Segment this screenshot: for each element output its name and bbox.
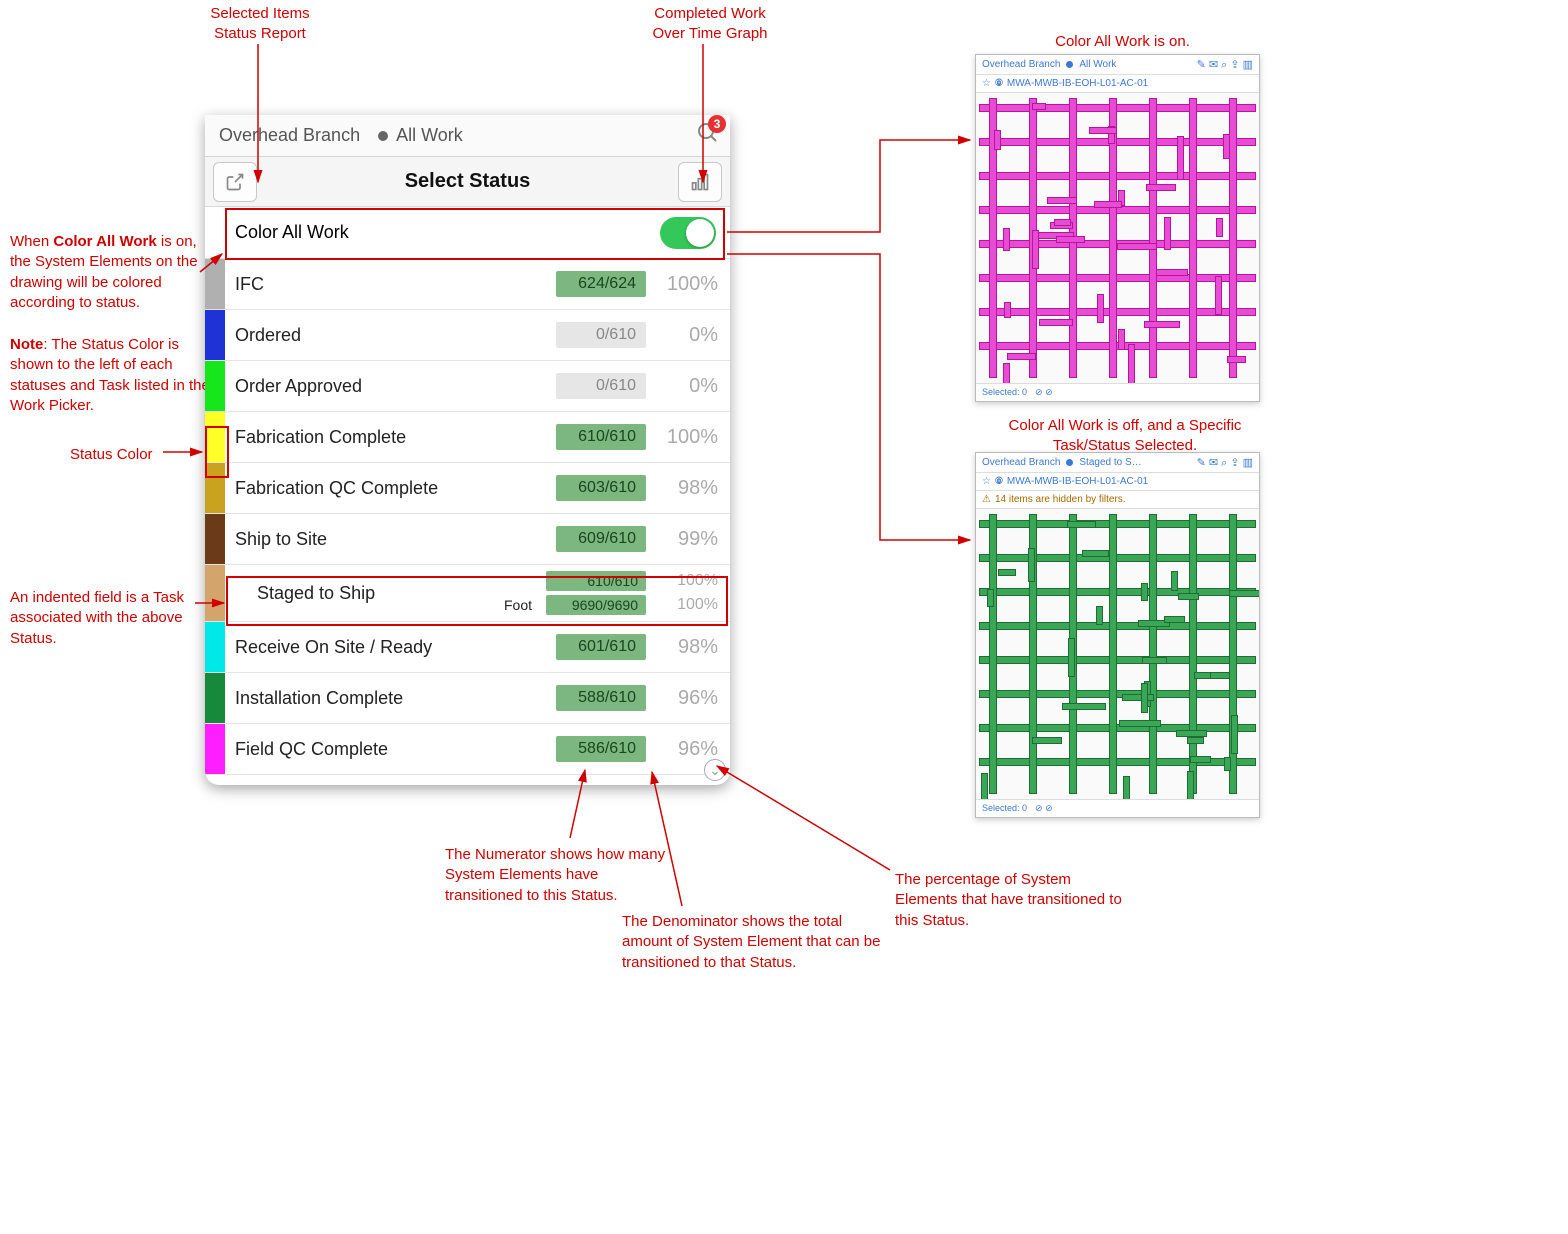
status-swatch xyxy=(205,259,225,309)
thumb-canvas xyxy=(976,93,1259,383)
fraction-badge: 9690/9690 xyxy=(546,595,646,615)
status-swatch xyxy=(205,724,225,774)
annotation-status-color: Status Color xyxy=(70,445,153,465)
status-label: Ship to Site xyxy=(235,529,327,550)
thumb-toolbar-icons: ✎ ✉ ⌕ ⇪ ▥ xyxy=(1197,456,1253,470)
annotation-thumb-off: Color All Work is off, and a Specific Ta… xyxy=(990,416,1260,457)
percent-label: 100% xyxy=(660,572,718,590)
fraction-badge: 609/610 xyxy=(556,526,646,552)
thumb-breadcrumb: Overhead BranchStaged to S… ✎ ✉ ⌕ ⇪ ▥ xyxy=(976,453,1259,473)
status-list: IFC624/624100%Ordered0/6100%Order Approv… xyxy=(205,259,730,775)
fraction-badge: 588/610 xyxy=(556,685,646,711)
external-icon xyxy=(225,172,245,192)
annotation-color-all-explain: When Color All Work is on, the System El… xyxy=(10,232,215,313)
panel-title: Select Status xyxy=(257,170,678,193)
status-label: Installation Complete xyxy=(235,688,403,709)
percent-label: 98% xyxy=(660,636,718,659)
breadcrumb-dot xyxy=(378,131,388,141)
scroll-hint-icon: ⌄ xyxy=(704,759,726,781)
annotation-report: Selected ItemsStatus Report xyxy=(170,4,350,45)
thumbnail-color-off: Overhead BranchStaged to S… ✎ ✉ ⌕ ⇪ ▥ ☆ … xyxy=(975,452,1260,818)
task-label: Staged to Ship xyxy=(257,583,375,604)
percent-label: 100% xyxy=(660,273,718,296)
percent-label: 100% xyxy=(660,596,718,614)
search-badge: 3 xyxy=(708,115,726,133)
status-row[interactable]: Order Approved 0/610 0% xyxy=(205,361,730,412)
status-row[interactable]: Receive On Site / Ready 601/610 98% xyxy=(205,622,730,673)
status-row[interactable]: Fabrication QC Complete 603/610 98% xyxy=(205,463,730,514)
thumb-doc-name: ☆ 🞋 MWA-MWB-IB-EOH-L01-AC-01 xyxy=(976,75,1259,93)
annotation-numerator: The Numerator shows how many System Elem… xyxy=(445,845,675,906)
fraction-badge: 601/610 xyxy=(556,634,646,660)
status-row[interactable]: Installation Complete 588/610 96% xyxy=(205,673,730,724)
status-row[interactable]: Ship to Site 609/610 99% xyxy=(205,514,730,565)
fraction-badge: 610/610 xyxy=(556,424,646,450)
status-label: Field QC Complete xyxy=(235,739,388,760)
task-row[interactable]: Staged to Ship 610/610 100% Foot 9690/9690 10… xyxy=(205,565,730,622)
annotation-percentage: The percentage of System Elements that h… xyxy=(895,870,1125,931)
report-button[interactable] xyxy=(213,162,257,202)
color-all-work-label: Color All Work xyxy=(235,222,349,243)
status-swatch xyxy=(205,673,225,723)
status-swatch xyxy=(205,463,225,513)
percent-label: 99% xyxy=(660,528,718,551)
thumb-toolbar-icons: ✎ ✉ ⌕ ⇪ ▥ xyxy=(1197,58,1253,72)
status-label: Fabrication Complete xyxy=(235,427,406,448)
color-all-work-row[interactable]: Color All Work xyxy=(205,207,730,259)
panel-header: Select Status xyxy=(205,157,730,207)
status-swatch xyxy=(205,310,225,360)
color-all-work-switch[interactable] xyxy=(660,217,716,249)
thumb-filter-info: ⚠ 14 items are hidden by filters. xyxy=(976,491,1259,509)
status-swatch xyxy=(205,514,225,564)
status-label: Fabrication QC Complete xyxy=(235,478,438,499)
annotation-graph: Completed WorkOver Time Graph xyxy=(620,4,800,45)
status-row[interactable]: Ordered 0/610 0% xyxy=(205,310,730,361)
percent-label: 0% xyxy=(660,375,718,398)
thumbnail-color-on: Overhead BranchAll Work ✎ ✉ ⌕ ⇪ ▥ ☆ 🞋 MW… xyxy=(975,54,1260,402)
fraction-badge: 586/610 xyxy=(556,736,646,762)
task-unit: Foot xyxy=(504,597,532,613)
percent-label: 96% xyxy=(660,738,718,761)
status-swatch xyxy=(205,412,225,462)
annotation-denominator: The Denominator shows the total amount o… xyxy=(622,912,882,973)
status-swatch xyxy=(205,361,225,411)
fraction-badge: 610/610 xyxy=(546,571,646,591)
search-button[interactable]: 3 xyxy=(696,121,720,150)
breadcrumb-right[interactable]: All Work xyxy=(396,125,463,146)
graph-button[interactable] xyxy=(678,162,722,202)
percent-label: 96% xyxy=(660,687,718,710)
annotation-note: Note: The Status Color is shown to the l… xyxy=(10,335,215,416)
status-swatch xyxy=(205,622,225,672)
percent-label: 98% xyxy=(660,477,718,500)
percent-label: 100% xyxy=(660,426,718,449)
fraction-badge: 603/610 xyxy=(556,475,646,501)
status-swatch xyxy=(205,565,225,621)
status-row[interactable]: Fabrication Complete 610/610 100% xyxy=(205,412,730,463)
thumb-doc-name: ☆ 🞋 MWA-MWB-IB-EOH-L01-AC-01 xyxy=(976,473,1259,491)
breadcrumb-bar: Overhead Branch All Work 3 xyxy=(205,115,730,157)
bar-chart-icon xyxy=(690,172,710,192)
fraction-badge: 0/610 xyxy=(556,373,646,399)
status-label: Order Approved xyxy=(235,376,362,397)
percent-label: 0% xyxy=(660,324,718,347)
thumb-canvas xyxy=(976,509,1259,799)
status-row[interactable]: Field QC Complete 586/610 96% xyxy=(205,724,730,775)
select-status-panel: Overhead Branch All Work 3 Select Status… xyxy=(205,115,730,785)
annotation-thumb-on: Color All Work is on. xyxy=(1010,32,1235,52)
status-label: IFC xyxy=(235,274,264,295)
status-label: Ordered xyxy=(235,325,301,346)
breadcrumb-left[interactable]: Overhead Branch xyxy=(219,125,360,146)
thumb-breadcrumb: Overhead BranchAll Work ✎ ✉ ⌕ ⇪ ▥ xyxy=(976,55,1259,75)
status-row[interactable]: IFC 624/624 100% xyxy=(205,259,730,310)
fraction-badge: 0/610 xyxy=(556,322,646,348)
annotation-indented-task: An indented field is a Task associated w… xyxy=(10,588,220,649)
fraction-badge: 624/624 xyxy=(556,271,646,297)
status-label: Receive On Site / Ready xyxy=(235,637,432,658)
